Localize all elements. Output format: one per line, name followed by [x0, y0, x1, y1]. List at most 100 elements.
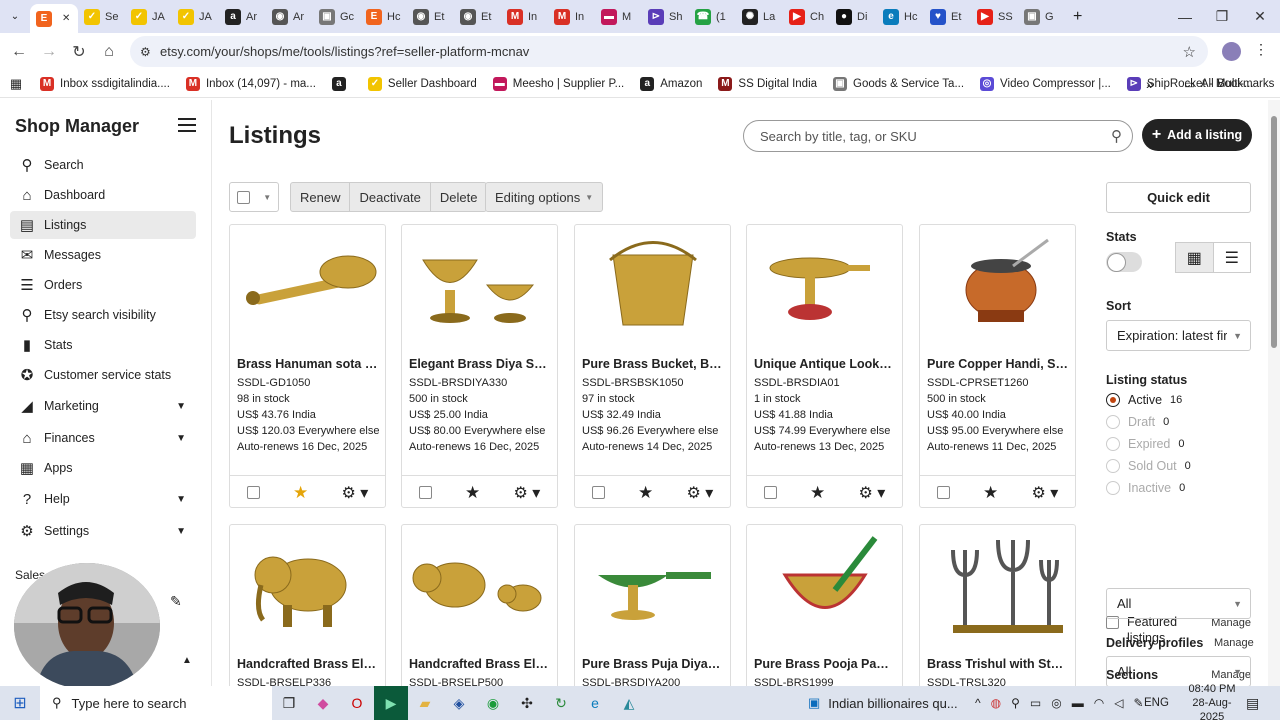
menu-icon[interactable]: ⋮: [1254, 41, 1268, 58]
listing-title[interactable]: Pure Brass Pooja Panch ...: [754, 657, 895, 671]
radio-button[interactable]: [1106, 415, 1120, 429]
news-widget[interactable]: ▣ Indian billionaires qu...: [808, 695, 958, 711]
listing-card[interactable]: Brass Trishul with Stand... SSDL-TRSL320: [919, 524, 1076, 686]
listing-select-checkbox[interactable]: [591, 486, 605, 499]
listing-image[interactable]: [575, 525, 730, 645]
bookmark-item[interactable]: ▬ Meesho | Supplier P...: [485, 76, 632, 91]
pen-icon[interactable]: ✎: [1133, 696, 1143, 710]
more-bookmarks-button[interactable]: »: [1146, 76, 1154, 92]
tray-app-icon[interactable]: ◍: [991, 696, 1001, 710]
bookmark-item[interactable]: M Inbox ssdigitalindia....: [32, 76, 178, 91]
select-all-dropdown[interactable]: ▼: [229, 182, 279, 212]
edge-icon[interactable]: e: [578, 686, 612, 720]
browser-tab[interactable]: ✓ JA: [172, 4, 219, 30]
sidebar-item-etsy-search-visibility[interactable]: ⚲ Etsy search visibility: [10, 301, 196, 329]
featured-star-icon[interactable]: ★: [983, 483, 998, 503]
listing-card[interactable]: Pure Brass Pooja Panch ... SSDL-BRS1999: [746, 524, 903, 686]
tray-chevron-icon[interactable]: ^: [975, 696, 981, 710]
listing-image[interactable]: [402, 225, 557, 345]
all-bookmarks[interactable]: ▭ All Bookmarks: [1176, 77, 1280, 91]
browser-tab[interactable]: ☎ (1: [689, 4, 736, 30]
bookmark-item[interactable]: ▣ Goods & Service Ta...: [825, 76, 972, 91]
sidebar-item-stats[interactable]: ▮ Stats: [10, 331, 196, 359]
file-explorer-icon[interactable]: ▰: [408, 686, 442, 720]
opera-icon[interactable]: O: [340, 686, 374, 720]
apps-grid-icon[interactable]: ▦: [0, 76, 32, 92]
refresh-app-icon[interactable]: ↻: [544, 686, 578, 720]
featured-star-icon[interactable]: ★: [465, 483, 480, 503]
listing-card[interactable]: Pure Copper Handi, Sp... SSDL-CPRSET1260 5…: [919, 224, 1076, 508]
back-button[interactable]: ←: [4, 37, 34, 67]
browser-tab[interactable]: ◉ Et: [407, 4, 454, 30]
system-tray[interactable]: ^ ◍ ⚲ ▭ ◎ ▬ ◠ ◁ ✎: [975, 696, 1144, 710]
browser-tab[interactable]: ▶ SS: [971, 4, 1018, 30]
app-icon-2[interactable]: ◭: [612, 686, 646, 720]
listing-card[interactable]: Handcrafted Brass Elep... SSDL-BRSELP336: [229, 524, 386, 686]
wifi-icon[interactable]: ◠: [1094, 696, 1104, 710]
listing-select-checkbox[interactable]: [246, 486, 260, 499]
browser-tab[interactable]: M In: [548, 4, 595, 30]
language-indicator[interactable]: ENG: [1144, 697, 1169, 709]
sidebar-item-help[interactable]: ? Help ▼: [10, 485, 196, 513]
listing-title[interactable]: Pure Brass Bucket, Bras...: [582, 357, 723, 371]
listing-card[interactable]: Pure Brass Puja Diya wit... SSDL-BRSDIYA2…: [574, 524, 731, 686]
bookmark-item[interactable]: ◎ Video Compressor |...: [972, 76, 1119, 91]
monitor-icon[interactable]: ▭: [1030, 696, 1041, 710]
status-radio-active[interactable]: Active 16: [1106, 393, 1182, 407]
home-button[interactable]: ⌂: [94, 37, 124, 67]
add-listing-button[interactable]: + Add a listing: [1142, 119, 1252, 151]
gear-icon[interactable]: ⚙ ▾: [686, 483, 713, 503]
listing-card[interactable]: Handcrafted Brass Elep... SSDL-BRSELP500: [401, 524, 558, 686]
edit-pencil-icon[interactable]: ✎: [170, 593, 182, 610]
sidebar-item-orders[interactable]: ☰ Orders: [10, 271, 196, 299]
copilot-icon[interactable]: ◆: [306, 686, 340, 720]
sections-select[interactable]: All ▼: [1106, 588, 1251, 619]
reload-button[interactable]: ↻: [64, 37, 94, 67]
bookmark-item[interactable]: a: [324, 76, 360, 91]
sort-select[interactable]: Expiration: latest first ▼: [1106, 320, 1251, 351]
gear-icon[interactable]: ⚙ ▾: [858, 483, 885, 503]
listing-card[interactable]: Elegant Brass Diya Set - ... SSDL-BRSDIYA…: [401, 224, 558, 508]
quick-edit-button[interactable]: Quick edit: [1106, 182, 1251, 213]
browser-tab[interactable]: ✓ Se: [78, 4, 125, 30]
notifications-icon[interactable]: ▤: [1246, 695, 1259, 712]
browser-tab[interactable]: ◉ Et: [454, 4, 501, 30]
radio-button[interactable]: [1106, 481, 1120, 495]
browser-tab[interactable]: ▣ G: [1018, 4, 1065, 30]
vpn-icon[interactable]: ◈: [442, 686, 476, 720]
site-info-icon[interactable]: ⚙: [140, 45, 151, 59]
sidebar-item-customer-service-stats[interactable]: ✪ Customer service stats: [10, 361, 196, 389]
status-radio-sold-out[interactable]: Sold Out 0: [1106, 459, 1191, 473]
listing-image[interactable]: [747, 225, 902, 345]
browser-tab[interactable]: E Hc: [360, 4, 407, 30]
listing-select-checkbox[interactable]: [763, 486, 777, 499]
url-bar[interactable]: ⚙ etsy.com/your/shops/me/tools/listings?…: [130, 36, 1208, 67]
sidebar-item-finances[interactable]: ⌂ Finances ▼: [10, 424, 196, 452]
browser-tab[interactable]: ▬ M: [595, 4, 642, 30]
browser-tab[interactable]: E ✕: [30, 4, 78, 33]
sidebar-item-listings[interactable]: ▤ Listings: [10, 211, 196, 239]
grid-view-icon[interactable]: ▦: [1176, 243, 1214, 272]
listing-select-checkbox[interactable]: [418, 486, 432, 499]
maximize-button[interactable]: ❐: [1202, 0, 1242, 33]
network-app-icon[interactable]: ✣: [510, 686, 544, 720]
listing-image[interactable]: [402, 525, 557, 645]
page-scrollbar[interactable]: [1268, 100, 1280, 686]
close-tab-icon[interactable]: ✕: [62, 13, 70, 24]
clock[interactable]: 08:40 PM 28-Aug-2025: [1188, 682, 1236, 724]
listing-title[interactable]: Unique Antique Look Po...: [754, 357, 895, 371]
bookmark-item[interactable]: M Inbox (14,097) - ma...: [178, 76, 324, 91]
stats-toggle[interactable]: [1106, 252, 1142, 272]
listing-search-input[interactable]: Search by title, tag, or SKU ⚲: [743, 120, 1133, 152]
battery-icon[interactable]: ▬: [1072, 696, 1084, 710]
browser-tab[interactable]: ⊳ Sh: [642, 4, 689, 30]
browser-tab[interactable]: ● Di: [830, 4, 877, 30]
browser-tab[interactable]: ♥ Et: [924, 4, 971, 30]
new-tab-button[interactable]: +: [1065, 8, 1090, 26]
delete-button[interactable]: Delete: [431, 183, 487, 211]
browser-tab[interactable]: M In: [501, 4, 548, 30]
listing-card[interactable]: Pure Brass Bucket, Bras... SSDL-BRSBSK105…: [574, 224, 731, 508]
profile-avatar[interactable]: [1222, 42, 1241, 61]
browser-tab[interactable]: a Ar: [219, 4, 266, 30]
sidebar-item-dashboard[interactable]: ⌂ Dashboard: [10, 181, 196, 209]
